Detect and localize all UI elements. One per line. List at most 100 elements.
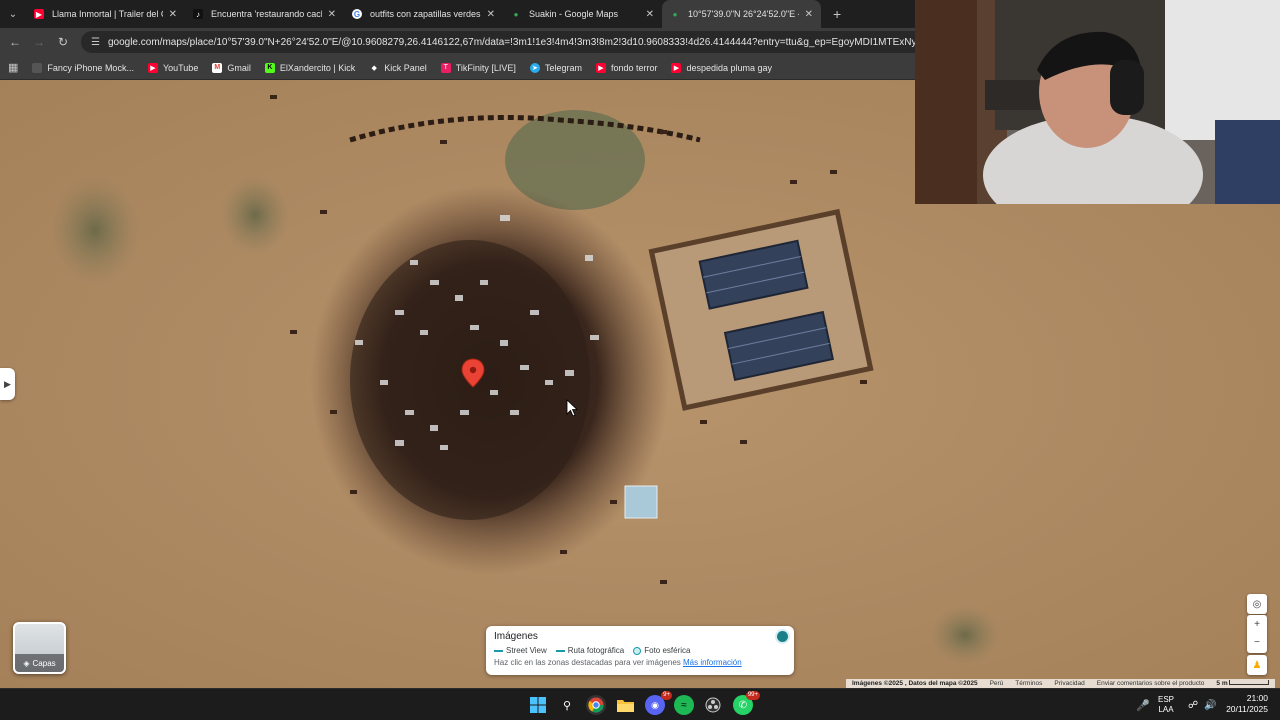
feedback-link[interactable]: Enviar comentarios sobre el producto [1097, 680, 1205, 687]
whatsapp-icon[interactable]: ✆ 99+ [733, 691, 760, 715]
layers-icon: ◈ [23, 658, 30, 668]
bookmark-tikfinity[interactable]: T TikFinity [LIVE] [440, 62, 516, 73]
bookmark-label: fondo terror [610, 62, 658, 73]
dashed-line-icon [555, 649, 565, 652]
chrome-icon[interactable] [586, 695, 606, 715]
map-footer: Imágenes ©2025 , Datos del mapa ©2025 Pe… [0, 679, 1280, 688]
whatsapp-glyph: ✆ [738, 699, 748, 711]
scale-label: 5 m [1216, 680, 1228, 687]
clock-date: 20/11/2025 [1226, 704, 1268, 714]
discord-badge: 9+ [661, 691, 672, 700]
close-icon[interactable]: ✕ [646, 9, 654, 20]
bush [220, 175, 290, 255]
imagery-credit: Imágenes ©2025 , Datos del mapa ©2025 [852, 680, 978, 687]
my-location-button[interactable]: ◎ [1247, 594, 1267, 614]
tab-1[interactable]: ♪ Encuentra 'restaurando cachina' ✕ [185, 0, 344, 28]
close-icon[interactable]: ✕ [487, 9, 495, 20]
bookmark-label: ElXandercito | Kick [279, 62, 356, 73]
terms-link[interactable]: Términos [1015, 680, 1042, 687]
tab-search-chevron-icon[interactable]: ⌄ [0, 0, 26, 28]
legend-photo-route: Ruta fotográfica [555, 646, 625, 655]
legend-street-view: Street View [494, 646, 547, 655]
site-info-icon[interactable]: ☰ [91, 37, 100, 48]
tab-3[interactable]: ● Suakin - Google Maps ✕ [503, 0, 662, 28]
tab-4-active[interactable]: ● 10°57'39.0"N 26°24'52.0"E - Google Map… [662, 0, 821, 28]
bush [930, 605, 1000, 665]
windows-start-icon[interactable] [528, 695, 548, 715]
wall [1165, 0, 1280, 140]
legend-label: Ruta fotográfica [567, 646, 625, 655]
more-info-link[interactable]: Más información [683, 658, 742, 667]
url-text: google.com/maps/place/10°57'39.0"N+26°24… [107, 36, 915, 48]
legend-label: Street View [506, 646, 547, 655]
bookmark-label: despedida pluma gay [686, 62, 773, 73]
clock-time: 21:00 [1246, 693, 1268, 703]
gmail-icon: M [212, 62, 223, 73]
compound-wall [648, 208, 874, 411]
youtube-icon: ▶ [671, 62, 682, 73]
bookmark-youtube[interactable]: ▶ YouTube [147, 62, 199, 73]
file-explorer-icon[interactable] [615, 695, 635, 715]
new-tab-button[interactable]: + [833, 6, 841, 22]
zoom-in-button[interactable]: + [1254, 616, 1260, 634]
line-icon [494, 649, 503, 652]
pegman-button[interactable]: ♟ [1247, 655, 1267, 675]
country-link[interactable]: Perú [990, 680, 1004, 687]
zoom-out-button[interactable]: − [1254, 634, 1260, 652]
bookmark-telegram[interactable]: ➤ Telegram [529, 62, 582, 73]
imagery-card: Imágenes Street View Ruta fotográfica Fo… [486, 626, 794, 675]
tab-0[interactable]: ▶ Llama Inmortal | Trailer del Canal ✕ [26, 0, 185, 28]
webcam-overlay [915, 0, 1280, 204]
apps-grid-icon[interactable]: ▦ [8, 61, 18, 74]
solar-compound [648, 208, 874, 411]
spotify-icon[interactable]: ≈ [674, 695, 694, 715]
wooden-door [915, 0, 977, 204]
tab-title: 10°57'39.0"N 26°24'52.0"E - Google Maps [688, 9, 799, 19]
bookmark-label: YouTube [162, 62, 199, 73]
bookmark-fancy-iphone[interactable]: Fancy iPhone Mock... [32, 62, 134, 73]
imagery-toggle[interactable] [777, 631, 788, 642]
headphones-icon [1110, 60, 1144, 115]
address-bar[interactable]: ☰ google.com/maps/place/10°57'39.0"N+26°… [81, 31, 915, 53]
scale-bar [1229, 680, 1270, 685]
volume-icon[interactable]: 🔊 [1204, 689, 1216, 720]
obs-icon[interactable] [703, 695, 723, 715]
tab-title: Llama Inmortal | Trailer del Canal [52, 9, 163, 19]
maps-pin-icon: ● [672, 9, 678, 19]
search-icon[interactable]: ⚲ [557, 695, 577, 715]
close-icon[interactable]: ✕ [169, 9, 177, 20]
legend-spherical-photo: Foto esférica [633, 646, 691, 655]
tab-2[interactable]: G outfits con zapatillas verdes negras ✕ [344, 0, 503, 28]
network-icon[interactable]: ☍ [1188, 689, 1198, 720]
youtube-icon: ▶ [34, 9, 44, 19]
scale-control[interactable]: 5 m [1216, 680, 1270, 687]
bookmark-despedida[interactable]: ▶ despedida pluma gay [671, 62, 773, 73]
privacy-link[interactable]: Privacidad [1054, 680, 1084, 687]
bookmark-kick-panel[interactable]: ◆ Kick Panel [369, 63, 427, 73]
map-attribution: Imágenes ©2025 , Datos del mapa ©2025 Pe… [846, 679, 1276, 688]
legend-label: Foto esférica [644, 646, 691, 655]
system-clock[interactable]: 21:00 20/11/2025 [1226, 693, 1268, 715]
tab-title: Suakin - Google Maps [529, 9, 619, 19]
mockup-icon [32, 62, 43, 73]
discord-icon[interactable]: ◉ 9+ [645, 691, 672, 715]
webcam-feed [915, 0, 1280, 204]
expand-side-panel-button[interactable]: ▶ [0, 368, 15, 400]
microphone-icon[interactable]: 🎤 [1136, 689, 1150, 720]
bookmark-label: Gmail [227, 62, 251, 73]
layers-button[interactable]: ◈ Capas [13, 622, 66, 674]
language-indicator[interactable]: ESP LAA [1158, 695, 1174, 715]
reload-icon[interactable]: ↻ [51, 35, 75, 49]
imagery-card-title: Imágenes [494, 631, 538, 642]
circle-icon [633, 646, 642, 655]
bookmark-fondo-terror[interactable]: ▶ fondo terror [595, 62, 658, 73]
forward-arrow-icon[interactable]: → [27, 35, 51, 49]
back-arrow-icon[interactable]: ← [3, 35, 27, 49]
chevron-right-icon: ▶ [4, 378, 11, 389]
close-icon[interactable]: ✕ [805, 9, 813, 20]
bookmark-kick[interactable]: K ElXandercito | Kick [264, 62, 356, 73]
hint-text: Haz clic en las zonas destacadas para ve… [494, 658, 681, 667]
close-icon[interactable]: ✕ [328, 9, 336, 20]
bookmark-gmail[interactable]: M Gmail [212, 62, 251, 73]
discord-glyph: ◉ [651, 699, 659, 710]
